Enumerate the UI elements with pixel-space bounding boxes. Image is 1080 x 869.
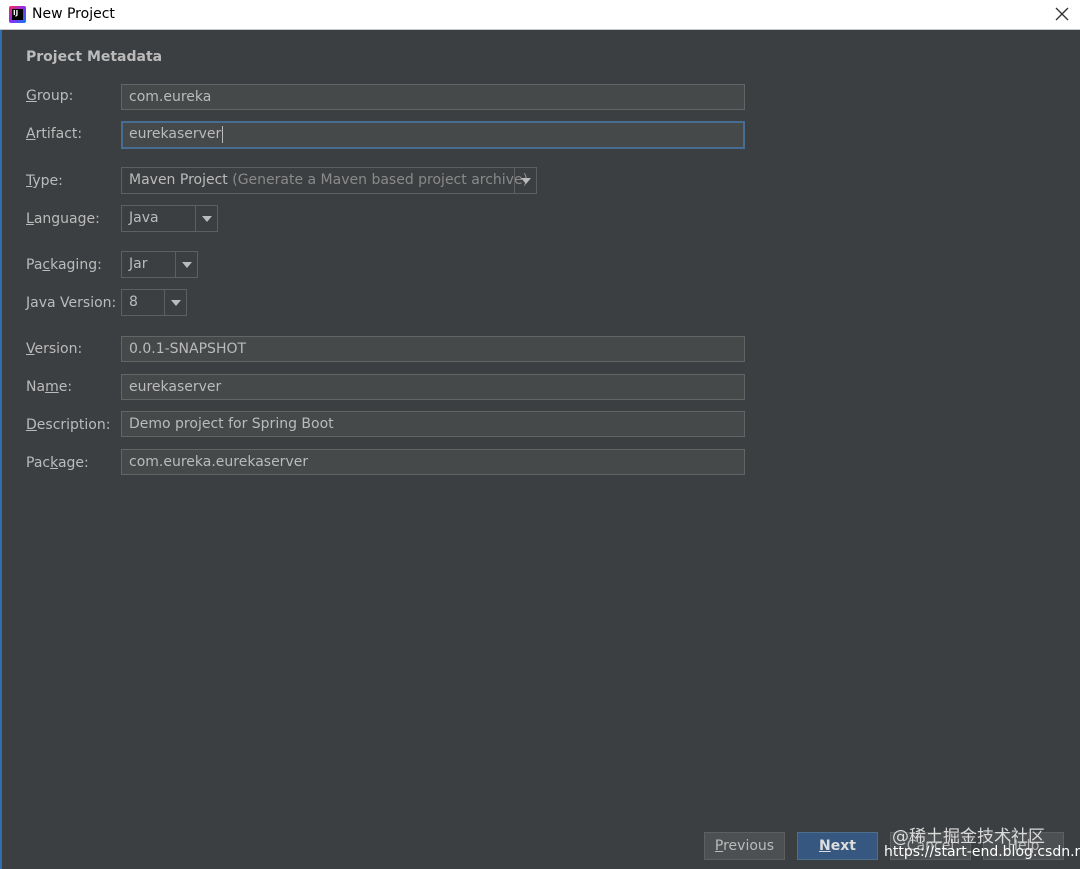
intellij-logo-icon: IJ [9, 6, 26, 23]
artifact-field[interactable]: eurekaserver [121, 121, 745, 149]
section-title: Project Metadata [26, 49, 163, 65]
name-field[interactable]: eurekaserver [121, 374, 745, 400]
java-version-label: Java Version: [26, 295, 117, 311]
package-value: com.eureka.eurekaserver [129, 454, 309, 470]
packaging-dropdown[interactable]: Jar [121, 251, 198, 278]
chevron-down-icon [175, 252, 197, 277]
window-title: New Project [32, 6, 115, 22]
app-icon-text: IJ [12, 9, 23, 20]
java-version-dropdown[interactable]: 8 [121, 289, 187, 316]
language-label: Language: [26, 211, 100, 227]
chevron-down-icon [195, 206, 217, 231]
group-label: Group: [26, 88, 74, 104]
text-cursor [222, 125, 224, 143]
description-value: Demo project for Spring Boot [129, 416, 334, 432]
title-bar: IJ New Project [0, 0, 1080, 30]
version-field[interactable]: 0.0.1-SNAPSHOT [121, 336, 745, 362]
cancel-button[interactable]: Cancel [890, 832, 971, 860]
packaging-label: Packaging: [26, 257, 102, 273]
artifact-label: Artifact: [26, 126, 83, 142]
chevron-down-icon [164, 290, 186, 315]
name-value: eurekaserver [129, 379, 222, 395]
group-field[interactable]: com.eureka [121, 84, 745, 110]
version-label: Version: [26, 341, 83, 357]
name-label: Name: [26, 379, 73, 395]
group-value: com.eureka [129, 89, 212, 105]
version-value: 0.0.1-SNAPSHOT [129, 341, 247, 357]
type-dropdown[interactable]: Maven Project (Generate a Maven based pr… [121, 167, 537, 194]
previous-button[interactable]: Previous [704, 832, 785, 860]
java-version-value: 8 [129, 294, 138, 310]
type-hint: (Generate a Maven based project archive) [232, 172, 529, 188]
description-label: Description: [26, 417, 111, 433]
description-field[interactable]: Demo project for Spring Boot [121, 411, 745, 437]
type-label: Type: [26, 173, 63, 189]
packaging-value: Jar [129, 256, 148, 272]
language-value: Java [129, 210, 159, 226]
chevron-down-icon [514, 168, 536, 193]
close-button[interactable] [1050, 4, 1072, 26]
language-dropdown[interactable]: Java [121, 205, 218, 232]
package-label: Package: [26, 455, 89, 471]
close-icon [1055, 7, 1069, 21]
help-button[interactable]: Help [983, 832, 1064, 860]
next-button[interactable]: Next [797, 832, 878, 860]
type-value: Maven Project [129, 172, 228, 188]
artifact-value: eurekaserver [129, 126, 222, 142]
window-border [0, 30, 2, 869]
package-field[interactable]: com.eureka.eurekaserver [121, 449, 745, 475]
